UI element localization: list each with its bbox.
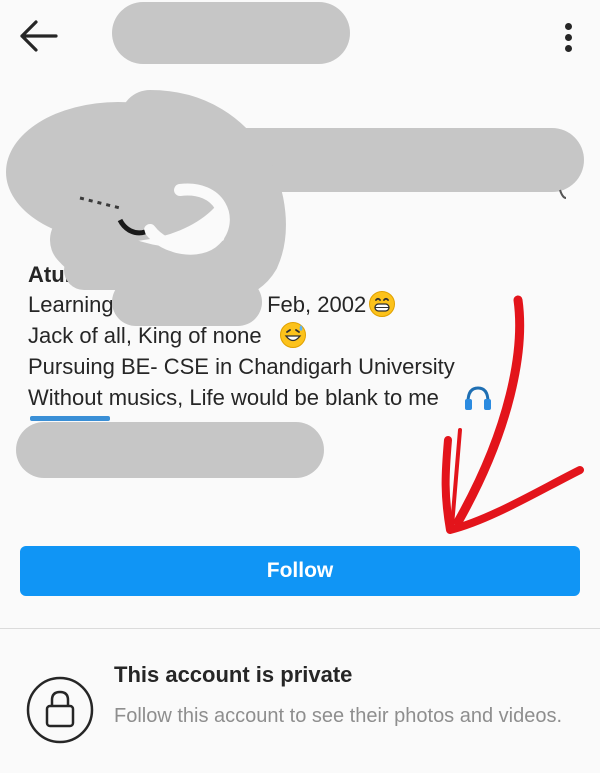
divider — [0, 628, 600, 629]
more-options-button[interactable] — [552, 14, 586, 58]
private-account-subtitle: Follow this account to see their photos … — [114, 705, 563, 727]
annotation-arrow — [441, 295, 584, 534]
bio-line-2: Jack of all, King of none — [28, 323, 262, 348]
redacted-username — [112, 2, 350, 64]
private-account-title: This account is private — [114, 662, 353, 687]
arrow-left-icon — [20, 20, 58, 52]
follow-button[interactable]: Follow — [20, 546, 580, 596]
more-options-icon — [565, 23, 572, 30]
grinning-face-icon — [369, 291, 395, 317]
lock-icon — [26, 676, 94, 744]
back-button[interactable] — [14, 14, 64, 58]
bio-line-3: Pursuing BE- CSE in Chandigarh Universit… — [28, 354, 455, 379]
grin-sweat-icon — [280, 322, 306, 348]
bio-line-4: Without musics, Life would be blank to m… — [28, 385, 439, 410]
redacted-link — [16, 422, 324, 478]
